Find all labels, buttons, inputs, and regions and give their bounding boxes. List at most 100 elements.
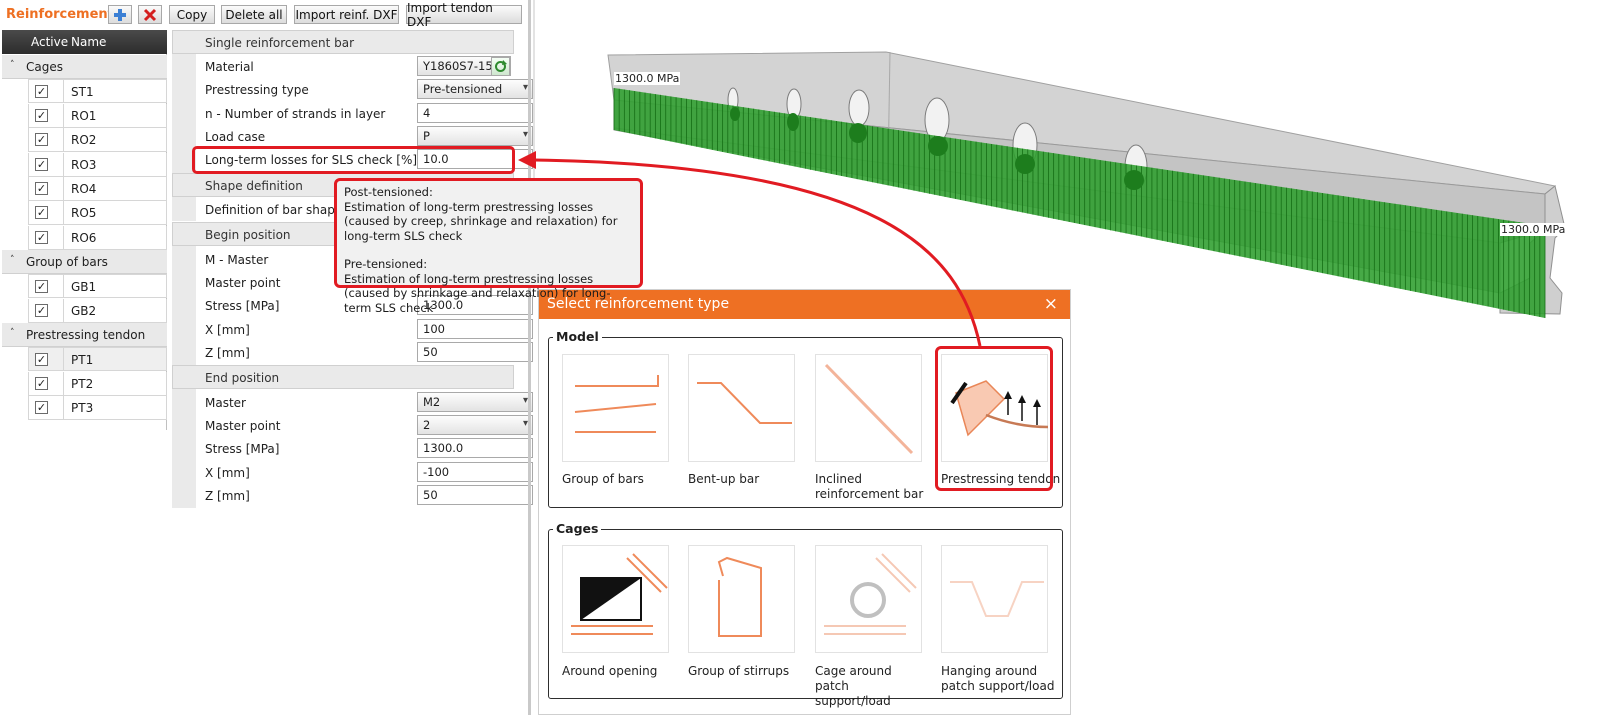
- delete-all-button[interactable]: Delete all: [221, 5, 287, 24]
- section-label: Begin position: [205, 228, 291, 242]
- tile-group-of-bars[interactable]: [562, 354, 669, 462]
- tooltip-pre-title: Pre-tensioned:: [344, 257, 428, 271]
- begin-x-input[interactable]: 100: [417, 319, 533, 339]
- import-tendon-dxf-button[interactable]: Import tendon DXF: [406, 1, 522, 29]
- tree-row[interactable]: ✓ RO6: [28, 226, 167, 250]
- active-checkbox[interactable]: ✓: [35, 353, 48, 366]
- prop-begin-x: X [mm] 100: [196, 318, 533, 341]
- active-checkbox[interactable]: ✓: [35, 158, 48, 171]
- end-master-point-select[interactable]: 2: [417, 415, 533, 435]
- row-name: PT3: [71, 401, 94, 415]
- load-case-select[interactable]: P: [417, 126, 533, 146]
- prop-label: Definition of bar shape: [205, 203, 343, 217]
- active-checkbox[interactable]: ✓: [35, 401, 48, 414]
- active-checkbox[interactable]: ✓: [35, 182, 48, 195]
- begin-z-input[interactable]: 50: [417, 342, 533, 362]
- active-checkbox[interactable]: ✓: [35, 304, 48, 317]
- active-checkbox[interactable]: ✓: [35, 206, 48, 219]
- tree-row[interactable]: ✓ RO2: [28, 128, 167, 152]
- end-master-select[interactable]: M2: [417, 392, 533, 412]
- tree-group-cages[interactable]: ˄ Cages: [2, 55, 167, 79]
- copy-button[interactable]: Copy: [169, 5, 215, 24]
- refresh-icon: [495, 60, 507, 72]
- row-name: RO3: [71, 158, 97, 172]
- prop-label: M - Master: [205, 253, 269, 267]
- beam-3d-view[interactable]: 1300.0 MPa 1300.0 MPa: [600, 38, 1600, 328]
- tendon-highlight-frame: [935, 346, 1053, 491]
- prop-end-x: X [mm] -100: [196, 461, 533, 484]
- tree-row-selected[interactable]: ✓ PT1: [28, 347, 167, 371]
- tile-label: Hanging around patch support/load: [941, 664, 1055, 693]
- tree-group-group-of-bars[interactable]: ˄ Group of bars: [2, 250, 167, 274]
- tile-bent-up-bar[interactable]: [688, 354, 795, 462]
- tile-label: Inclined reinforcement bar: [815, 472, 924, 501]
- tree-row[interactable]: ✓ ST1: [28, 79, 167, 103]
- prop-label: X [mm]: [205, 323, 250, 337]
- add-button[interactable]: [108, 5, 132, 24]
- tile-cage-around-patch[interactable]: [815, 545, 922, 653]
- prop-material: Material Y1860S7-15.2: [196, 55, 514, 78]
- tree-row[interactable]: ✓ RO4: [28, 177, 167, 201]
- active-checkbox[interactable]: ✓: [35, 231, 48, 244]
- tree-row[interactable]: ✓ RO5: [28, 201, 167, 225]
- prop-label: Master: [205, 396, 246, 410]
- prop-end-master-point: Master point 2: [196, 414, 533, 437]
- prestress-type-select[interactable]: Pre-tensioned: [417, 79, 533, 99]
- end-stress-input[interactable]: 1300.0: [417, 438, 533, 458]
- tree-row[interactable]: ✓ RO3: [28, 153, 167, 177]
- active-checkbox[interactable]: ✓: [35, 280, 48, 293]
- tooltip-pre-text: Estimation of long-term prestressing los…: [344, 271, 611, 315]
- material-refresh-button[interactable]: [491, 57, 510, 76]
- tooltip-post-text: Estimation of long-term prestressing los…: [344, 199, 618, 243]
- tile-label: Group of bars: [562, 472, 644, 486]
- group-label: Cages: [26, 60, 63, 74]
- tree-row[interactable]: ✓ PT3: [28, 396, 167, 420]
- tile-inclined-bar[interactable]: [815, 354, 922, 462]
- active-checkbox[interactable]: ✓: [35, 109, 48, 122]
- close-icon[interactable]: ×: [1044, 294, 1058, 314]
- col-active: Active: [31, 35, 69, 49]
- tree-row[interactable]: ✓ PT2: [28, 372, 167, 396]
- group-of-bars-icon: [574, 375, 659, 433]
- active-checkbox[interactable]: ✓: [35, 85, 48, 98]
- prop-label: Master point: [205, 276, 281, 290]
- group-of-stirrups-icon: [717, 556, 762, 637]
- tile-label: Around opening: [562, 664, 658, 678]
- tree-group-prestressing-tendon[interactable]: ˄ Prestressing tendon: [2, 323, 167, 347]
- prop-label: Master point: [205, 419, 281, 433]
- section-label: Shape definition: [205, 179, 303, 193]
- row-name: RO2: [71, 133, 97, 147]
- splitter[interactable]: [528, 0, 531, 715]
- section-label: End position: [205, 371, 280, 385]
- section-end-position[interactable]: End position: [172, 365, 514, 389]
- tree-row[interactable]: ✓ GB1: [28, 274, 167, 298]
- row-name: GB2: [71, 304, 97, 318]
- import-reinf-dxf-button[interactable]: Import reinf. DXF: [294, 5, 399, 24]
- tile-label: Cage around patch support/load: [815, 664, 892, 708]
- tile-hanging-around-patch[interactable]: [941, 545, 1048, 653]
- row-name: RO1: [71, 109, 97, 123]
- toolbar: Reinforcement Copy Delete all Import rei…: [0, 0, 540, 30]
- tile-label: Bent-up bar: [688, 472, 760, 486]
- prop-label: Z [mm]: [205, 489, 250, 503]
- tree-row[interactable]: ✓ RO1: [28, 104, 167, 128]
- losses-tooltip: Post-tensioned: Estimation of long-term …: [334, 178, 643, 315]
- section-single-bar[interactable]: Single reinforcement bar: [172, 30, 514, 54]
- active-checkbox[interactable]: ✓: [35, 377, 48, 390]
- tree-row[interactable]: ✓ GB2: [28, 299, 167, 323]
- row-name: GB1: [71, 280, 97, 294]
- stress-label-right: 1300.0 MPa: [1500, 223, 1567, 236]
- tile-group-of-stirrups[interactable]: [688, 545, 795, 653]
- end-x-input[interactable]: -100: [417, 462, 533, 482]
- tile-around-opening[interactable]: [562, 545, 669, 653]
- cages-legend: Cages: [553, 521, 602, 536]
- row-name: RO4: [71, 182, 97, 196]
- end-z-input[interactable]: 50: [417, 485, 533, 505]
- beam-drawing: [607, 51, 1566, 318]
- prop-end-master: Master M2: [196, 391, 533, 414]
- active-checkbox[interactable]: ✓: [35, 133, 48, 146]
- delete-button[interactable]: [138, 5, 162, 24]
- strands-input[interactable]: 4: [417, 103, 533, 123]
- tooltip-post-title: Post-tensioned:: [344, 185, 433, 199]
- prop-begin-z: Z [mm] 50: [196, 341, 533, 364]
